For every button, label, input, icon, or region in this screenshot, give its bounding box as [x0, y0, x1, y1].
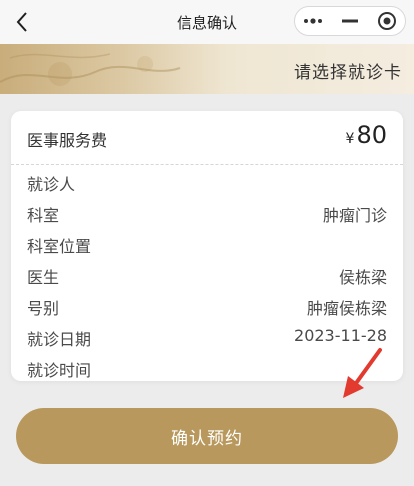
- info-label: 就诊日期: [27, 330, 92, 349]
- fee-label: 医事服务费: [27, 131, 108, 150]
- info-label: 科室位置: [27, 237, 92, 256]
- target-close-icon: [377, 12, 396, 30]
- info-label: 医生: [27, 268, 60, 287]
- confirm-appointment-button[interactable]: 确认预约: [16, 408, 398, 464]
- appointment-info-card: 医事服务费 ¥80 就诊人 科室 肿瘤门诊 科室位置 医生 侯栋梁 号别 肿瘤侯…: [11, 111, 403, 381]
- info-row-department: 科室 肿瘤门诊: [27, 202, 387, 226]
- fee-amount: 80: [356, 121, 387, 149]
- info-row-visit-time: 就诊时间: [27, 357, 387, 381]
- info-value: 肿瘤门诊: [322, 206, 387, 225]
- info-label: 就诊时间: [27, 361, 92, 380]
- info-label: 科室: [27, 206, 60, 225]
- info-value: 侯栋梁: [338, 268, 387, 287]
- card-select-banner: 请选择就诊卡: [0, 44, 414, 94]
- select-card-link[interactable]: 请选择就诊卡: [294, 58, 402, 83]
- navigation-bar: 信息确认: [0, 0, 414, 44]
- info-row-patient: 就诊人: [27, 171, 387, 195]
- info-row-department-location: 科室位置: [27, 233, 387, 257]
- minimize-icon: [342, 19, 358, 23]
- info-row-visit-date: 就诊日期 2023-11-28: [27, 326, 387, 350]
- more-dots-icon: [304, 18, 323, 24]
- red-arrow-icon: [343, 348, 382, 398]
- info-label: 就诊人: [27, 175, 76, 194]
- info-label: 号别: [27, 299, 60, 318]
- info-row-registration-type: 号别 肿瘤侯栋梁: [27, 295, 387, 319]
- close-button[interactable]: [368, 7, 405, 35]
- minimize-button[interactable]: [332, 7, 369, 35]
- fee-currency: ¥: [345, 131, 355, 147]
- more-button[interactable]: [295, 7, 332, 35]
- info-row-doctor: 医生 侯栋梁: [27, 264, 387, 288]
- info-value: 2023-11-28: [294, 326, 387, 345]
- fee-price: ¥80: [346, 121, 387, 149]
- info-value: 肿瘤侯栋梁: [306, 299, 387, 318]
- fee-row: 医事服务费 ¥80: [11, 111, 403, 165]
- mini-program-capsule: [294, 6, 406, 36]
